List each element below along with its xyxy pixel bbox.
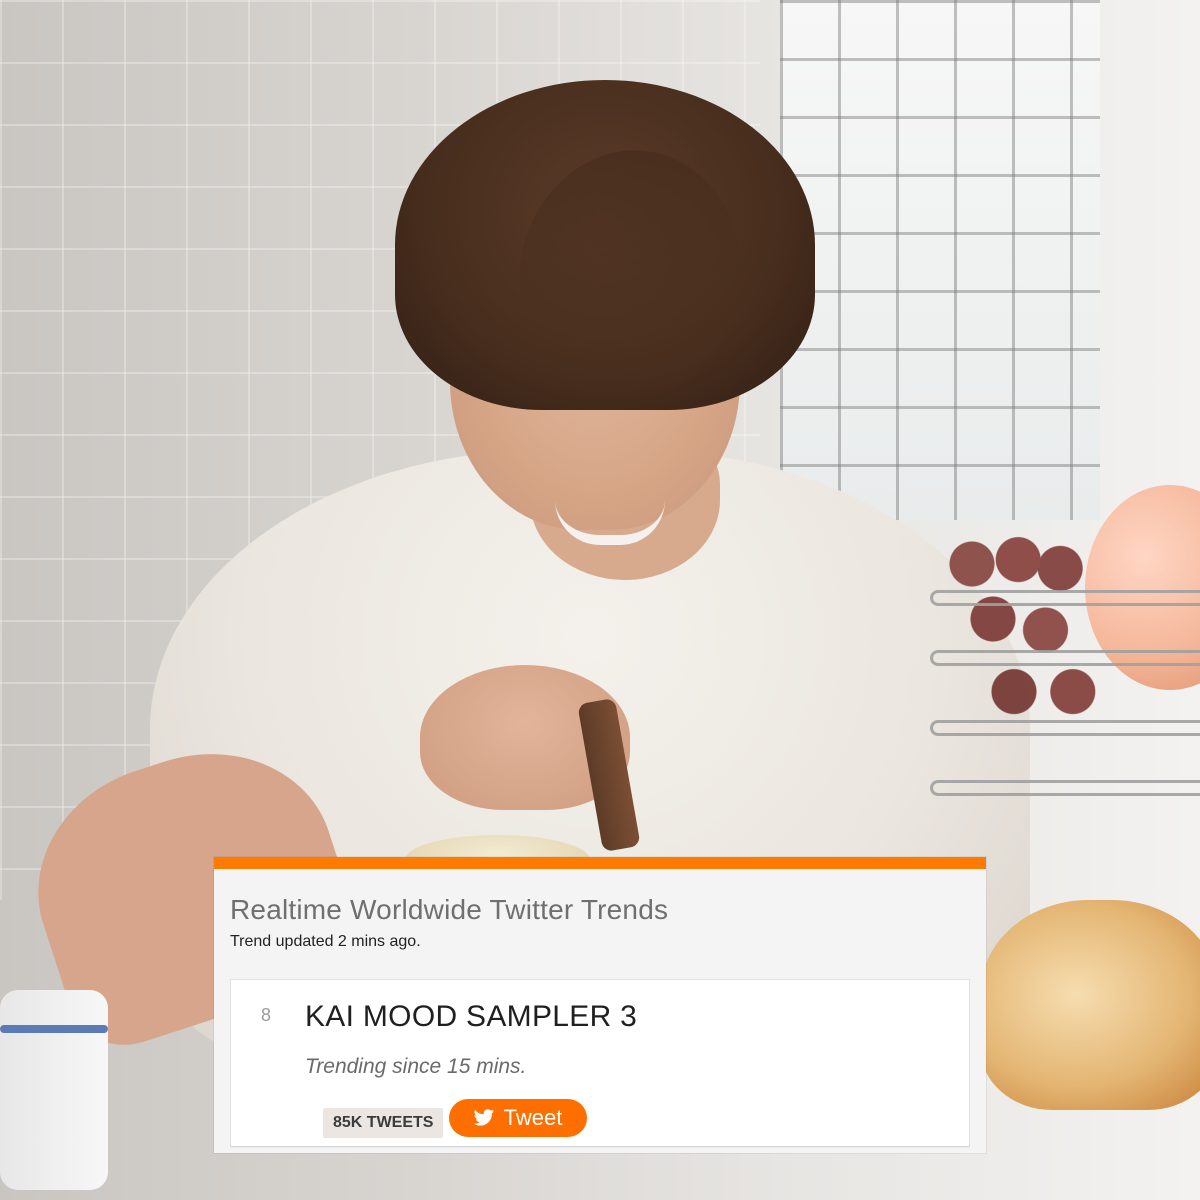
card-updated-text: Trend updated 2 mins ago. bbox=[230, 933, 421, 950]
card-header: Realtime Worldwide Twitter Trends Trend … bbox=[214, 869, 986, 953]
fruit-stand-wire bbox=[930, 650, 1200, 666]
cup bbox=[0, 990, 108, 1190]
background-window bbox=[780, 0, 1100, 520]
trend-rank: 8 bbox=[261, 1005, 272, 1025]
trend-card: Realtime Worldwide Twitter Trends Trend … bbox=[214, 857, 986, 1153]
tweet-count-badge: 85K TWEETS bbox=[323, 1108, 444, 1138]
screenshot-stage: Realtime Worldwide Twitter Trends Trend … bbox=[0, 0, 1200, 1200]
fruit-stand-wire bbox=[930, 720, 1200, 736]
tweet-button-label: Tweet bbox=[503, 1105, 563, 1130]
card-title: Realtime Worldwide Twitter Trends bbox=[230, 894, 669, 925]
bread bbox=[980, 900, 1200, 1110]
fruit-stand-wire bbox=[930, 780, 1200, 796]
trend-since: Trending since 15 mins. bbox=[305, 1055, 527, 1078]
card-accent-bar bbox=[214, 857, 986, 869]
trend-item: 8 KAI MOOD SAMPLER 3 Trending since 15 m… bbox=[230, 979, 970, 1147]
cup-stripe bbox=[0, 1025, 108, 1033]
tweet-button[interactable]: Tweet bbox=[449, 1099, 587, 1137]
twitter-bird-icon bbox=[473, 1109, 495, 1126]
fruit-stand-wire bbox=[930, 590, 1200, 606]
trend-name[interactable]: KAI MOOD SAMPLER 3 bbox=[305, 1000, 637, 1034]
